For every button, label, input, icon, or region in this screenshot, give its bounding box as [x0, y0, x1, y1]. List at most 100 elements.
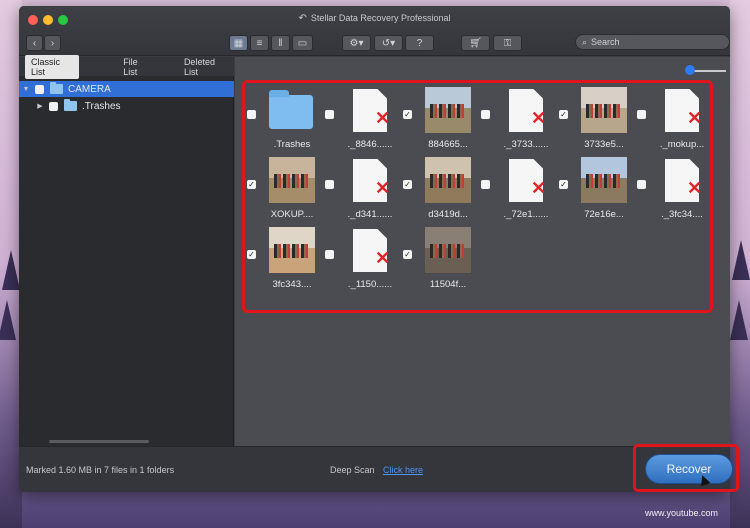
list-icon: ≡ [256, 37, 263, 49]
file-name: 884665... [428, 139, 468, 150]
deleted-mark-icon: ✕ [375, 178, 391, 198]
file-item[interactable]: ✓ 884665... [403, 87, 481, 155]
cart-icon: 🛒︎ [469, 37, 482, 49]
file-item[interactable]: ✕ ._72e1...... [481, 157, 559, 225]
tree-item-label: CAMERA [68, 83, 111, 95]
file-item[interactable]: ✓ d3419d... [403, 157, 481, 225]
file-checkbox[interactable]: ✓ [559, 110, 568, 119]
file-checkbox[interactable]: ✓ [403, 180, 412, 189]
back-arrow-icon: ↶ [298, 13, 307, 24]
file-checkbox[interactable]: ✓ [403, 110, 412, 119]
search-box[interactable]: ⌕ [575, 34, 730, 50]
file-item[interactable]: ✕ ._d341...... [325, 157, 403, 225]
tree-silhouette [0, 300, 16, 340]
slider-knob[interactable] [685, 65, 695, 75]
photo-thumbnail [581, 87, 627, 133]
file-grid-panel: .Trashes ✕ ._8846...... ✓ 884665... ✕ ._3733..… [235, 57, 730, 446]
deep-scan-label: Deep Scan [330, 465, 375, 475]
help-button[interactable]: ? [405, 35, 434, 51]
deleted-mark-icon: ✕ [375, 108, 391, 128]
file-checkbox[interactable] [325, 110, 334, 119]
file-checkbox[interactable] [325, 180, 334, 189]
photo-people [429, 244, 467, 259]
photo-people [585, 104, 623, 119]
horizontal-scrollbar[interactable] [49, 440, 149, 443]
photo-people [273, 174, 311, 189]
file-checkbox[interactable]: ✓ [403, 250, 412, 259]
chevron-right-icon: › [50, 37, 55, 49]
disclosure-right-icon[interactable]: ▶ [35, 102, 45, 110]
tree-item-camera[interactable]: ▼ CAMERA [19, 81, 234, 97]
deleted-mark-icon: ✕ [687, 178, 703, 198]
view-icons-button[interactable]: ▦ [229, 35, 248, 51]
key-icon: ⚿ [503, 37, 512, 49]
marked-summary: Marked 1.60 MB in 7 files in 1 folders [26, 465, 175, 475]
tab-deleted-list[interactable]: Deleted List [178, 55, 234, 79]
file-name: XOKUP.... [270, 209, 314, 220]
tab-classic-list[interactable]: Classic List [25, 54, 80, 79]
file-checkbox[interactable]: ✓ [247, 180, 256, 189]
view-list-button[interactable]: ≡ [250, 35, 269, 51]
deleted-mark-icon: ✕ [687, 108, 703, 128]
help-icon: ? [416, 37, 423, 49]
grid-icon: ▦ [233, 37, 244, 49]
photo-people [429, 104, 467, 119]
view-columns-button[interactable]: ‖ [271, 35, 290, 51]
tree-checkbox[interactable] [35, 84, 44, 94]
file-item[interactable]: ✓ 3733e5... [559, 87, 637, 155]
sidebar: Classic List File List Deleted List ▼ CA… [19, 54, 234, 446]
nav-back-button[interactable]: ‹ [26, 35, 43, 51]
sidebar-tabs: Classic List File List Deleted List [19, 54, 234, 79]
file-item[interactable]: ✓ 72e16e... [559, 157, 637, 225]
settings-menu-button[interactable]: ⚙▾ [342, 35, 371, 51]
file-item[interactable]: ✕ ._1150...... [325, 227, 403, 295]
photo-thumbnail [425, 157, 471, 203]
activate-button[interactable]: ⚿ [493, 35, 522, 51]
photo-people [585, 174, 623, 189]
file-checkbox[interactable]: ✓ [247, 250, 256, 259]
file-checkbox[interactable] [637, 110, 646, 119]
disclosure-down-icon[interactable]: ▼ [21, 86, 31, 93]
file-item[interactable]: ✕ ._mokup... [637, 87, 715, 155]
file-item[interactable]: ✓ 3fc343.... [247, 227, 325, 295]
file-item[interactable]: .Trashes [247, 87, 325, 155]
search-icon: ⌕ [582, 36, 588, 47]
file-item[interactable]: ✕ ._3fc34.... [637, 157, 715, 225]
gear-icon: ⚙▾ [349, 37, 364, 49]
file-checkbox[interactable] [637, 180, 646, 189]
file-checkbox[interactable] [325, 250, 334, 259]
file-checkbox[interactable] [247, 110, 256, 119]
file-item[interactable]: ✓ XOKUP.... [247, 157, 325, 225]
tree-checkbox[interactable] [49, 101, 58, 111]
photo-thumbnail [269, 157, 315, 203]
file-name: 72e16e... [584, 209, 624, 220]
tree-silhouette [2, 250, 20, 290]
file-name: ._3fc34.... [661, 209, 703, 220]
file-item[interactable]: ✕ ._3733...... [481, 87, 559, 155]
file-name: 3fc343.... [272, 279, 312, 290]
history-menu-button[interactable]: ↺▾ [374, 35, 403, 51]
file-item[interactable]: ✕ ._8846...... [325, 87, 403, 155]
tab-file-list[interactable]: File List [117, 55, 158, 79]
deep-scan-link[interactable]: Click here [383, 465, 423, 475]
window-title: ↶ Stellar Data Recovery Professional [298, 13, 451, 24]
file-checkbox[interactable] [481, 110, 490, 119]
coverflow-icon: ▭ [297, 37, 308, 49]
file-item[interactable]: ✓ 11504f... [403, 227, 481, 295]
file-name: d3419d... [428, 209, 468, 220]
file-name: ._d341...... [347, 209, 393, 220]
folder-icon [64, 99, 77, 111]
search-input[interactable] [591, 37, 712, 47]
nav-forward-button[interactable]: › [44, 35, 61, 51]
tree-item-trashes[interactable]: ▶ .Trashes [19, 98, 234, 114]
view-coverflow-button[interactable]: ▭ [292, 35, 313, 51]
photo-thumbnail [425, 227, 471, 273]
buy-button[interactable]: 🛒︎ [461, 35, 490, 51]
status-bar: Marked 1.60 MB in 7 files in 1 folders D… [19, 446, 730, 492]
history-icon: ↺▾ [381, 37, 396, 49]
photo-people [273, 244, 311, 259]
file-name: ._8846...... [347, 139, 393, 150]
file-checkbox[interactable]: ✓ [559, 180, 568, 189]
recover-button[interactable]: Recover [645, 454, 733, 484]
file-checkbox[interactable] [481, 180, 490, 189]
